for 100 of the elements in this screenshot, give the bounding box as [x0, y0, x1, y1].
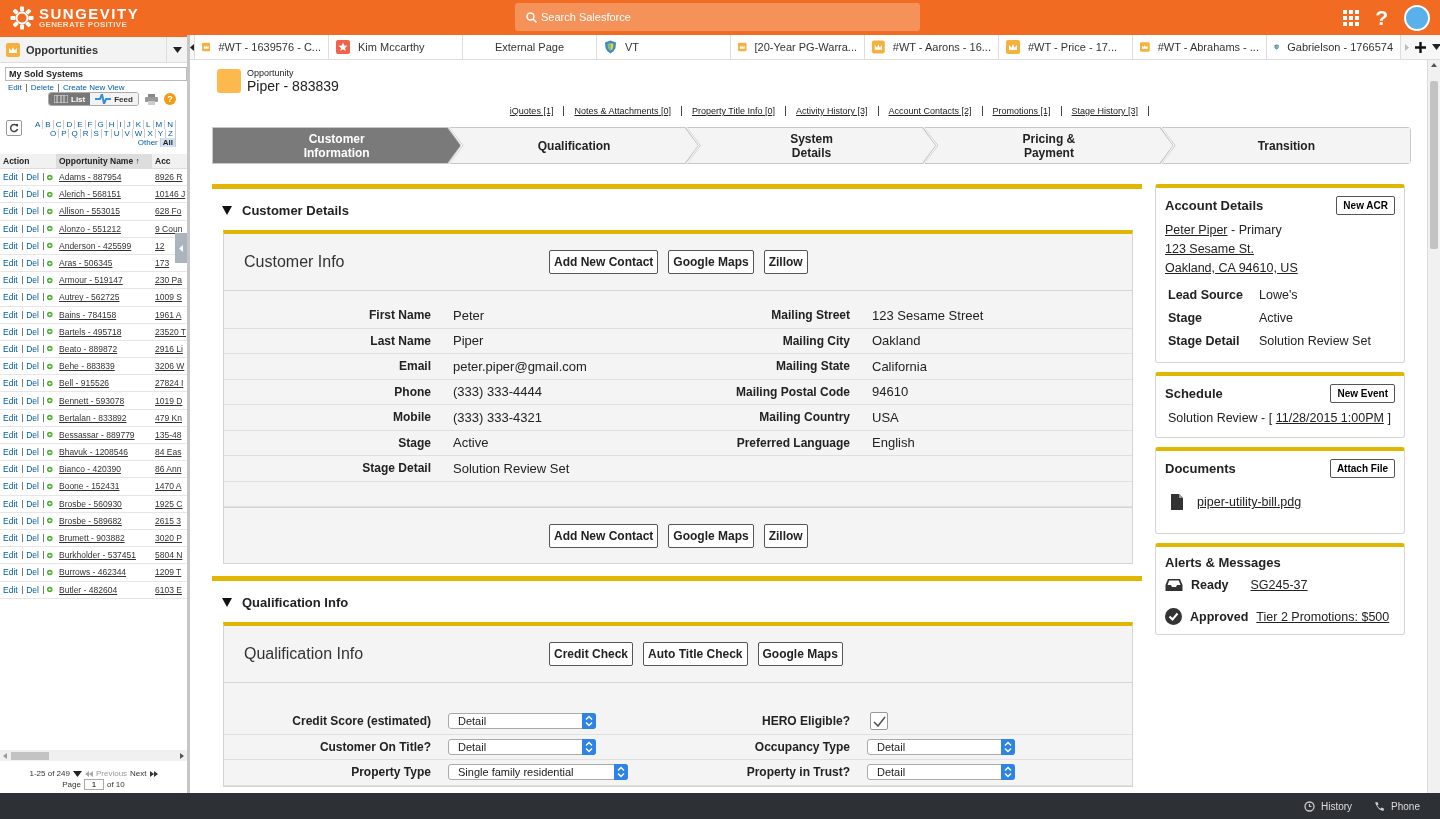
view-link[interactable]: Edit	[8, 83, 22, 92]
opportunity-link[interactable]: Brosbe - 560930	[59, 498, 122, 509]
collapse-handle[interactable]	[175, 233, 187, 263]
caret-icon[interactable]	[1405, 43, 1409, 51]
opportunity-link[interactable]: Aras - 506345	[59, 258, 113, 269]
contact-link[interactable]: Peter Piper	[1165, 223, 1228, 237]
scrollbar[interactable]	[1427, 60, 1440, 793]
search-field[interactable]: Search Salesforce	[515, 3, 920, 31]
letter-filter[interactable]: All	[160, 138, 176, 147]
scrollbar[interactable]	[0, 750, 187, 761]
row-action-link[interactable]: Del	[26, 275, 39, 286]
account-link[interactable]: 1009 S	[155, 292, 182, 303]
related-list-link[interactable]: Promotions [1]	[992, 106, 1051, 116]
last-page-icon[interactable]	[149, 770, 158, 777]
account-link[interactable]: 2615 3	[155, 515, 181, 526]
row-action-link[interactable]: Del	[26, 429, 39, 440]
account-link[interactable]: 2916 Li	[155, 343, 183, 354]
path-step[interactable]: Pricing & Payment	[924, 127, 1174, 164]
view-toggle[interactable]: Feed	[90, 93, 138, 105]
row-action-link[interactable]: Del	[26, 567, 39, 578]
account-link[interactable]: 3020 P	[155, 533, 182, 544]
row-action-link[interactable]: Edit	[3, 429, 18, 440]
row-action-link[interactable]: Del	[26, 343, 39, 354]
row-action-link[interactable]: Edit	[3, 584, 18, 595]
letter-filter[interactable]: O	[47, 129, 60, 138]
row-action-link[interactable]: Edit	[3, 378, 18, 389]
opportunity-link[interactable]: Bianco - 420390	[59, 464, 121, 475]
row-action-link[interactable]: Del	[26, 258, 39, 269]
letter-filter[interactable]: S	[91, 129, 102, 138]
letter-filter[interactable]: U	[111, 129, 123, 138]
workspace-tab[interactable]: VT	[597, 35, 731, 59]
opportunity-link[interactable]: Butler - 482604	[59, 584, 118, 595]
letter-filter[interactable]: K	[133, 120, 145, 129]
letter-filter[interactable]: W	[132, 129, 146, 138]
alert-link[interactable]: SG245-37	[1250, 578, 1308, 592]
footer-item[interactable]: Phone	[1374, 800, 1420, 812]
first-page-icon[interactable]	[84, 770, 93, 777]
print-icon[interactable]	[144, 93, 158, 105]
address-link[interactable]: Oakland, CA 94610, US	[1165, 261, 1298, 275]
row-action-link[interactable]: Edit	[3, 464, 18, 475]
row-action-link[interactable]: Edit	[3, 550, 18, 561]
row-action-link[interactable]: Edit	[3, 189, 18, 200]
action-button[interactable]: Auto Title Check	[643, 642, 748, 666]
column-header[interactable]: Acc	[152, 154, 187, 169]
page-field[interactable]: 1	[83, 779, 104, 790]
row-action-link[interactable]: Del	[26, 240, 39, 251]
view-select[interactable]: My Sold Systems	[5, 67, 187, 81]
row-action-link[interactable]: Edit	[3, 361, 18, 372]
account-link[interactable]: 9 Coun	[155, 223, 183, 234]
letter-filter[interactable]: M	[153, 120, 166, 129]
row-action-link[interactable]: Del	[26, 189, 39, 200]
row-action-link[interactable]: Edit	[3, 412, 18, 423]
row-action-link[interactable]: Del	[26, 378, 39, 389]
action-button[interactable]: Credit Check	[549, 642, 634, 666]
row-action-link[interactable]: Del	[26, 447, 39, 458]
opportunity-link[interactable]: Behe - 883839	[59, 361, 115, 372]
row-action-link[interactable]: Del	[26, 395, 39, 406]
letter-filter[interactable]: I	[117, 120, 125, 129]
workspace-tab[interactable]: Gabrielson - 1766574	[1267, 35, 1401, 59]
workspace-tab[interactable]: #WT - 1639576 - C...	[195, 35, 329, 59]
select-field[interactable]: Detail	[867, 764, 1015, 781]
related-list-link[interactable]: Notes & Attachments [0]	[574, 106, 671, 116]
letter-filter[interactable]: D	[64, 120, 76, 129]
footer-item[interactable]: History	[1303, 800, 1353, 812]
opportunity-link[interactable]: Brosbe - 589682	[59, 515, 122, 526]
row-action-link[interactable]: Del	[26, 412, 39, 423]
row-action-link[interactable]: Edit	[3, 258, 18, 269]
row-action-link[interactable]: Del	[26, 309, 39, 320]
account-link[interactable]: 5804 N	[155, 550, 183, 561]
row-action-link[interactable]: Del	[26, 326, 39, 337]
opportunity-link[interactable]: Bertalan - 833892	[59, 412, 127, 423]
letter-filter[interactable]: X	[145, 129, 156, 138]
letter-filter[interactable]: J	[124, 120, 134, 129]
workspace-tab[interactable]: #WT - Aarons - 16...	[865, 35, 999, 59]
attach-file-button[interactable]: Attach File	[1329, 459, 1395, 478]
workspace-tab[interactable]: #WT - Abrahams - ...	[1133, 35, 1267, 59]
opportunity-link[interactable]: Burrows - 462344	[59, 567, 127, 578]
row-action-link[interactable]: Edit	[3, 172, 18, 183]
select-field[interactable]: Detail	[448, 738, 596, 755]
workspace-tab[interactable]: External Page	[463, 35, 597, 59]
new-acr-button[interactable]: New ACR	[1336, 196, 1395, 215]
account-link[interactable]: 86 Ann	[155, 464, 182, 475]
scroll-right-icon[interactable]	[180, 752, 184, 759]
letter-filter[interactable]: F	[85, 120, 96, 129]
account-link[interactable]: 84 Eas	[155, 447, 182, 458]
row-action-link[interactable]: Del	[26, 515, 39, 526]
related-list-link[interactable]: Stage History [3]	[1071, 106, 1139, 116]
workspace-tab[interactable]: Kim Mccarthy	[329, 35, 463, 59]
account-link[interactable]: 1019 D	[155, 395, 183, 406]
account-link[interactable]: 10146 J	[155, 189, 186, 200]
view-link[interactable]: Create New View	[62, 83, 125, 92]
account-link[interactable]: 628 Fo	[155, 206, 182, 217]
row-action-link[interactable]: Edit	[3, 326, 18, 337]
row-action-link[interactable]: Del	[26, 172, 39, 183]
account-link[interactable]: 1209 T	[155, 567, 182, 578]
row-action-link[interactable]: Del	[26, 223, 39, 234]
row-action-link[interactable]: Edit	[3, 447, 18, 458]
action-button[interactable]: Add New Contact	[549, 250, 659, 274]
scroll-thumb[interactable]	[1430, 81, 1438, 249]
related-list-link[interactable]: Account Contacts [2]	[888, 106, 972, 116]
